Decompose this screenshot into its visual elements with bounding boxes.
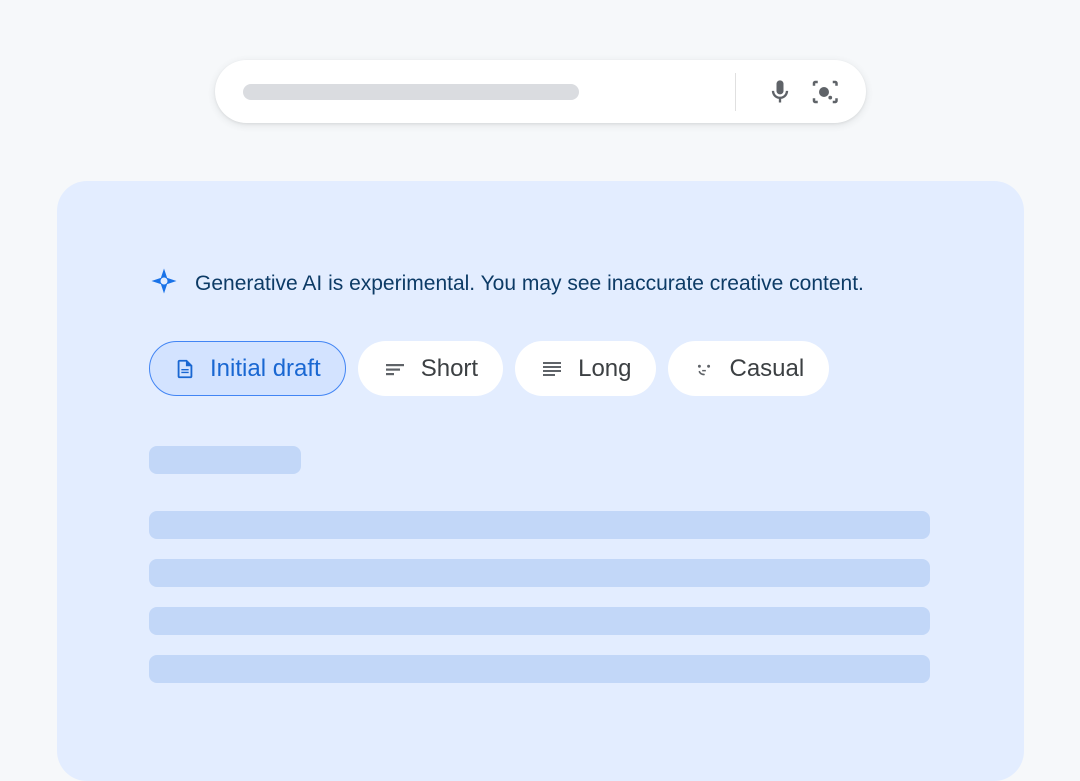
chip-initial-draft[interactable]: Initial draft xyxy=(149,341,346,396)
lens-icon[interactable] xyxy=(806,74,842,110)
disclaimer-text: Generative AI is experimental. You may s… xyxy=(195,272,864,296)
chips-row: Initial draft Short Long xyxy=(149,341,932,396)
short-text-icon xyxy=(383,357,407,381)
skeleton-line xyxy=(149,511,930,539)
chip-short[interactable]: Short xyxy=(358,341,503,396)
sparkle-icon xyxy=(149,266,179,301)
document-icon xyxy=(174,358,196,380)
chip-label: Short xyxy=(421,355,478,383)
chip-casual[interactable]: Casual xyxy=(668,341,829,396)
search-bar[interactable] xyxy=(215,60,866,123)
skeleton-line xyxy=(149,655,930,683)
skeleton-line xyxy=(149,559,930,587)
divider xyxy=(735,73,736,111)
long-text-icon xyxy=(540,357,564,381)
chip-label: Initial draft xyxy=(210,355,321,383)
search-placeholder-skeleton xyxy=(243,84,579,100)
disclaimer-row: Generative AI is experimental. You may s… xyxy=(149,266,932,301)
skeleton-line xyxy=(149,607,930,635)
skeleton-heading xyxy=(149,446,301,474)
generative-ai-panel: Generative AI is experimental. You may s… xyxy=(57,181,1024,781)
chip-long[interactable]: Long xyxy=(515,341,656,396)
chip-label: Casual xyxy=(729,355,804,383)
chip-label: Long xyxy=(578,355,631,383)
casual-face-icon xyxy=(693,358,715,380)
mic-icon[interactable] xyxy=(762,74,798,110)
